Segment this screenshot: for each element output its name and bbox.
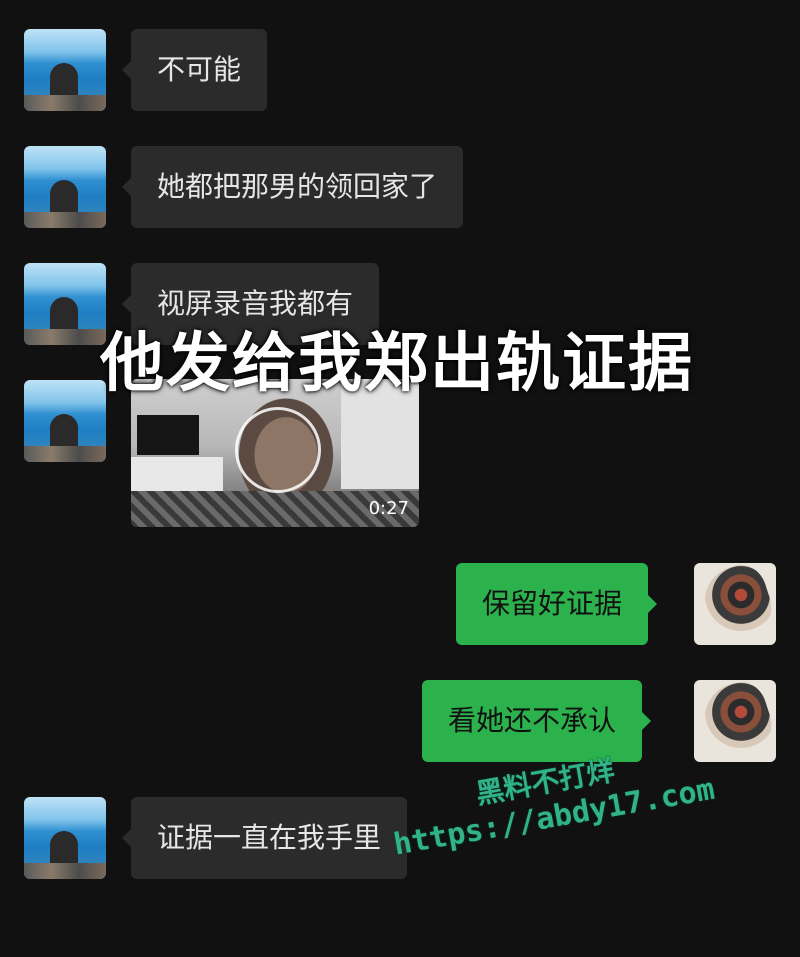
contact-avatar[interactable] bbox=[24, 797, 106, 879]
message-bubble[interactable]: 她都把那男的领回家了 bbox=[121, 146, 464, 228]
message-bubble[interactable]: 保留好证据 bbox=[456, 563, 658, 645]
user-avatar[interactable] bbox=[694, 563, 776, 645]
contact-avatar[interactable] bbox=[24, 146, 106, 228]
play-icon[interactable] bbox=[235, 407, 321, 493]
video-duration: 0:27 bbox=[368, 498, 409, 519]
contact-avatar[interactable] bbox=[24, 29, 106, 111]
overlay-caption: 他发给我郑出轨证据 bbox=[100, 327, 694, 401]
message-bubble[interactable]: 不可能 bbox=[121, 29, 268, 111]
contact-avatar[interactable] bbox=[24, 263, 106, 345]
contact-avatar[interactable] bbox=[24, 380, 106, 462]
message-bubble[interactable]: 证据一直在我手里 bbox=[121, 797, 408, 879]
